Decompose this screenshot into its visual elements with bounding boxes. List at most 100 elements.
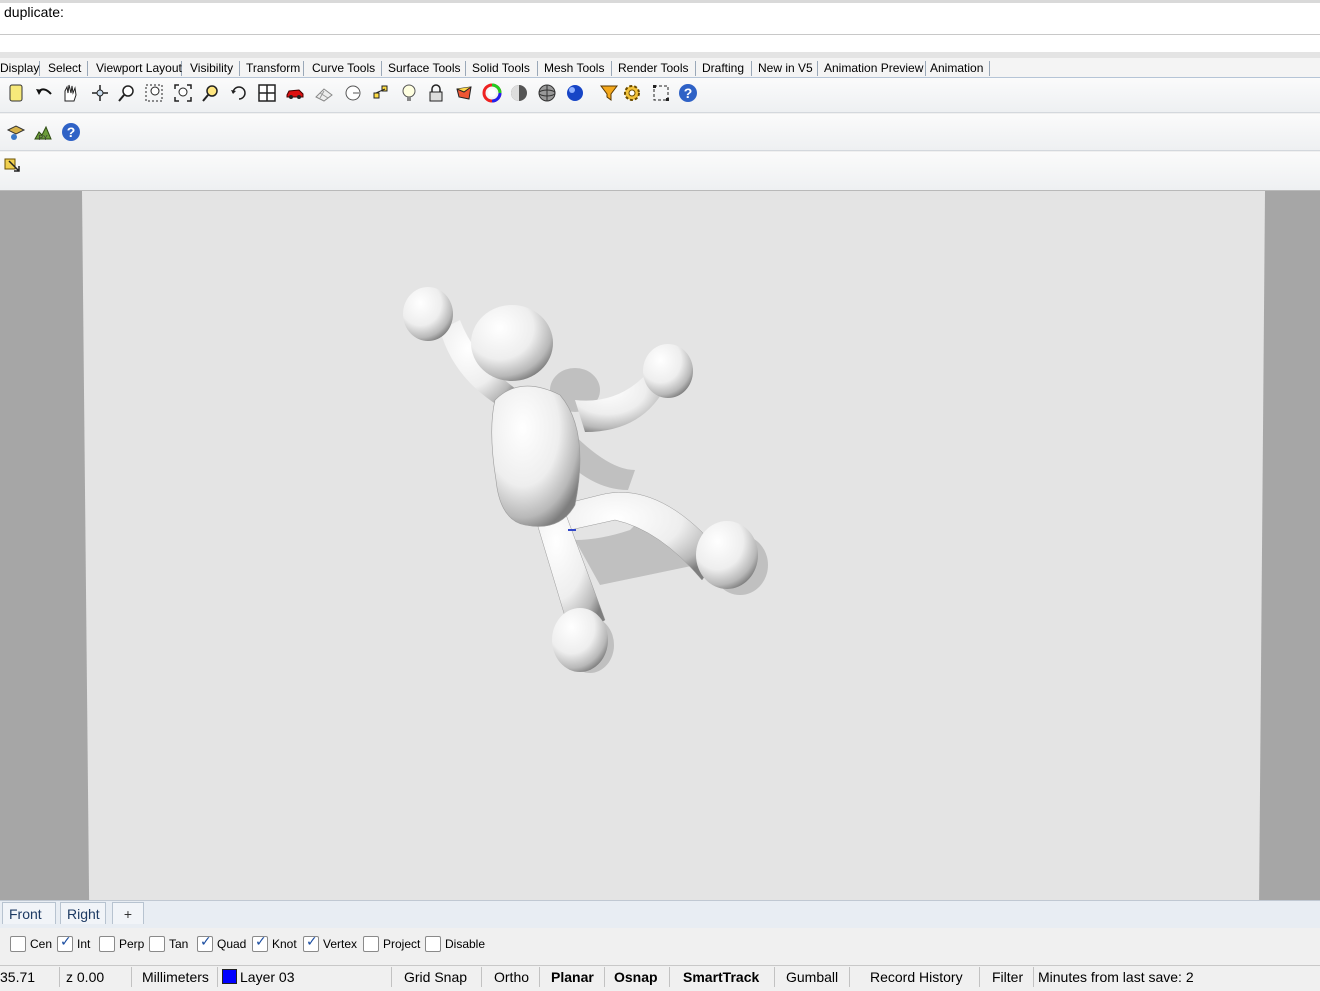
coord-z: z 0.00	[60, 967, 132, 987]
osnap-disable-checkbox[interactable]	[425, 936, 441, 952]
undo-view-icon[interactable]	[228, 82, 250, 104]
layer-selector[interactable]: Layer 03	[218, 967, 392, 987]
color-wheel-icon[interactable]	[481, 82, 503, 104]
svg-text:PY: PY	[38, 135, 48, 142]
main-toolbar: ?	[0, 78, 1320, 113]
filter-button[interactable]: Filter	[986, 967, 1034, 987]
osnap-quad-checkbox[interactable]	[197, 934, 213, 952]
pan-icon[interactable]	[59, 82, 81, 104]
gumball-toggle[interactable]: Gumball	[780, 967, 850, 987]
osnap-vertex-label: Vertex	[323, 937, 358, 951]
secondary-toolbar: PY ?	[0, 114, 1320, 151]
osnap-disable-label: Disable	[445, 937, 486, 951]
osnap-cen-checkbox[interactable]	[10, 936, 26, 952]
coord-y: 35.71	[0, 967, 60, 987]
funnel-icon[interactable]	[598, 82, 620, 104]
osnap-int-label: Int	[77, 937, 91, 951]
osnap-int-checkbox[interactable]	[57, 934, 73, 952]
add-view-tab-button[interactable]: +	[112, 902, 144, 924]
four-viewports-icon[interactable]	[256, 82, 278, 104]
new-file-icon[interactable]	[5, 82, 27, 104]
tab-animation[interactable]: Animation	[928, 61, 990, 76]
tab-surface-tools[interactable]: Surface Tools	[386, 61, 466, 76]
help-icon[interactable]: ?	[677, 82, 699, 104]
osnap-tan-label: Tan	[169, 937, 189, 951]
osnap-knot-checkbox[interactable]	[252, 934, 268, 952]
tab-front[interactable]: Front	[2, 902, 56, 924]
ghosted-sphere-icon[interactable]	[536, 82, 558, 104]
view-tab-bar	[0, 900, 1320, 929]
tab-new-in-v5[interactable]: New in V5	[756, 61, 818, 76]
osnap-toggle[interactable]: Osnap	[608, 967, 670, 987]
rotate-view-icon[interactable]	[89, 82, 111, 104]
tab-mesh-tools[interactable]: Mesh Tools	[542, 61, 612, 76]
osnap-perp[interactable]: Perp	[99, 934, 144, 954]
points-icon[interactable]	[370, 82, 392, 104]
tab-visibility[interactable]: Visibility	[188, 61, 240, 76]
record-history-toggle[interactable]: Record History	[864, 967, 980, 987]
command-area: duplicate:	[0, 0, 1320, 58]
grid-snap-toggle[interactable]: Grid Snap	[398, 967, 482, 987]
ortho-toggle[interactable]: Ortho	[488, 967, 540, 987]
rendered-sphere-icon[interactable]	[564, 82, 586, 104]
tab-solid-tools[interactable]: Solid Tools	[470, 61, 538, 76]
settings-icon[interactable]	[621, 82, 643, 104]
osnap-quad[interactable]: Quad	[197, 934, 246, 954]
tab-display[interactable]: Display	[0, 61, 40, 76]
units-display[interactable]: Millimeters	[136, 967, 218, 987]
layers-icon[interactable]	[5, 121, 27, 143]
osnap-project-label: Project	[383, 937, 421, 951]
lock-icon[interactable]	[425, 82, 447, 104]
osnap-cen-label: Cen	[30, 937, 53, 951]
osnap-vertex[interactable]: Vertex	[303, 934, 357, 954]
svg-text:?: ?	[684, 85, 693, 101]
tab-curve-tools[interactable]: Curve Tools	[310, 61, 382, 76]
osnap-project[interactable]: Project	[363, 934, 420, 954]
arrow-drag-icon[interactable]	[2, 154, 24, 176]
circle-snap-icon[interactable]	[342, 82, 364, 104]
save-timer: Minutes from last save: 2	[1038, 969, 1194, 985]
tab-right[interactable]: Right	[60, 902, 106, 924]
osnap-knot[interactable]: Knot	[252, 934, 297, 954]
tab-animation-preview[interactable]: Animation Preview	[822, 61, 926, 76]
command-area-border	[0, 0, 1320, 3]
layer-color-swatch	[222, 969, 237, 984]
command-prompt[interactable]: duplicate:	[4, 4, 64, 20]
python-icon[interactable]: PY	[32, 121, 54, 143]
climber-figure-model[interactable]	[395, 280, 775, 690]
tab-transform[interactable]: Transform	[244, 61, 304, 76]
osnap-perp-label: Perp	[119, 937, 145, 951]
osnap-project-checkbox[interactable]	[363, 936, 379, 952]
osnap-quad-label: Quad	[217, 937, 247, 951]
shaded-sphere-icon[interactable]	[508, 82, 530, 104]
tab-render-tools[interactable]: Render Tools	[616, 61, 696, 76]
car-render-icon[interactable]	[284, 82, 306, 104]
osnap-perp-checkbox[interactable]	[99, 936, 115, 952]
box-select-icon[interactable]	[650, 82, 672, 104]
osnap-cen[interactable]: Cen	[10, 934, 52, 954]
grid-icon[interactable]	[313, 82, 335, 104]
svg-text:?: ?	[67, 124, 76, 140]
undo-icon[interactable]	[33, 82, 55, 104]
osnap-tan[interactable]: Tan	[149, 934, 188, 954]
planar-toggle[interactable]: Planar	[545, 967, 605, 987]
osnap-disable[interactable]: Disable	[425, 934, 485, 954]
help-icon[interactable]: ?	[60, 121, 82, 143]
tab-select[interactable]: Select	[46, 61, 88, 76]
tab-viewport-layout[interactable]: Viewport Layout	[94, 61, 182, 76]
zoom-window-icon[interactable]	[143, 82, 165, 104]
command-input-divider	[0, 34, 1320, 35]
paint-icon[interactable]	[453, 82, 475, 104]
osnap-vertex-checkbox[interactable]	[303, 934, 319, 952]
tertiary-toolbar	[0, 152, 1320, 191]
zoom-extents-icon[interactable]	[172, 82, 194, 104]
zoom-icon[interactable]	[116, 82, 138, 104]
osnap-tan-checkbox[interactable]	[149, 936, 165, 952]
zoom-selected-icon[interactable]	[200, 82, 222, 104]
layer-name: Layer 03	[240, 969, 295, 985]
tab-drafting[interactable]: Drafting	[700, 61, 752, 76]
smarttrack-toggle[interactable]: SmartTrack	[677, 967, 775, 987]
osnap-knot-label: Knot	[272, 937, 297, 951]
light-icon[interactable]	[398, 82, 420, 104]
osnap-int[interactable]: Int	[57, 934, 90, 954]
